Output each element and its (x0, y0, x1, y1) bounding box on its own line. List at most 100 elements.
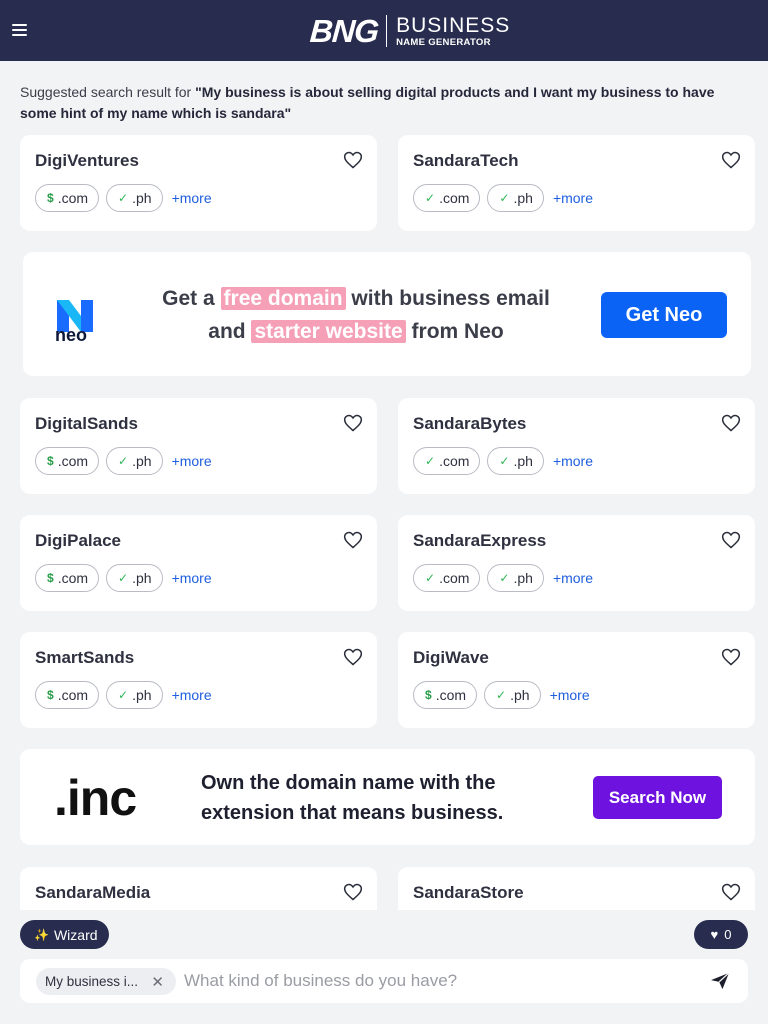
domain-chips: ✓ .com ✓ .ph +more (413, 564, 593, 592)
business-name: SandaraStore (413, 883, 524, 902)
more-link[interactable]: +more (550, 687, 590, 703)
inc-logo: .inc (54, 770, 137, 826)
domain-chip[interactable]: ✓ .com (413, 184, 481, 212)
domain-tld: .ph (132, 453, 152, 469)
query-pill[interactable]: My business i... ✕ (36, 968, 176, 995)
heart-outline-icon[interactable] (721, 530, 741, 550)
hamburger-menu-icon[interactable] (12, 24, 27, 36)
neo-ad-highlight-1: free domain (220, 287, 346, 310)
domain-chips: $ .com ✓ .ph +more (35, 564, 212, 592)
wizard-label: Wizard (53, 926, 98, 943)
domain-chips: $ .com ✓ .ph +more (413, 681, 590, 709)
more-link[interactable]: +more (172, 570, 212, 586)
domain-tld: .com (57, 570, 89, 586)
domain-chip[interactable]: ✓ .ph (106, 681, 163, 709)
check-icon: ✓ (118, 191, 129, 205)
heart-outline-icon[interactable] (721, 413, 741, 433)
check-icon: ✓ (425, 454, 436, 468)
heart-outline-icon[interactable] (721, 882, 741, 902)
domain-tld: .ph (510, 687, 530, 703)
business-search-input[interactable] (184, 967, 684, 995)
neo-ad-line2-b: from Neo (411, 320, 504, 343)
name-card[interactable]: SmartSands $ .com ✓ .ph +more (20, 632, 377, 728)
business-name: SandaraTech (413, 151, 519, 170)
check-icon: ✓ (425, 571, 436, 585)
wand-icon: ✨ (34, 927, 49, 942)
neo-ad-text: Get a free domain with business email an… (141, 282, 571, 348)
send-icon[interactable] (710, 972, 730, 990)
business-name: DigitalSands (35, 414, 138, 433)
inc-advertisement[interactable]: .inc Own the domain name with the extens… (20, 749, 755, 845)
business-name: DigiVentures (35, 151, 139, 170)
more-link[interactable]: +more (553, 190, 593, 206)
check-icon: ✓ (118, 454, 129, 468)
heart-outline-icon[interactable] (343, 150, 363, 170)
check-icon: ✓ (499, 454, 510, 468)
domain-chip[interactable]: $ .com (35, 447, 100, 475)
dollar-icon: $ (47, 454, 54, 468)
name-card[interactable]: SandaraBytes ✓ .com ✓ .ph +more (398, 398, 755, 494)
domain-tld: .ph (132, 570, 152, 586)
search-now-button[interactable]: Search Now (593, 776, 722, 819)
domain-chip[interactable]: $ .com (35, 681, 100, 709)
get-neo-button[interactable]: Get Neo (601, 292, 727, 338)
domain-chip[interactable]: ✓ .ph (484, 681, 541, 709)
inc-ad-text: Own the domain name with the extension t… (201, 768, 503, 828)
logo-line-2: NAME GENERATOR (396, 36, 491, 48)
business-name: SmartSands (35, 648, 135, 667)
domain-chip[interactable]: ✓ .ph (106, 184, 163, 212)
more-link[interactable]: +more (172, 687, 212, 703)
heart-outline-icon[interactable] (721, 647, 741, 667)
heart-outline-icon[interactable] (721, 150, 741, 170)
heart-outline-icon[interactable] (343, 413, 363, 433)
more-link[interactable]: +more (172, 453, 212, 469)
neo-ad-highlight-2: starter website (251, 320, 406, 343)
more-link[interactable]: +more (553, 570, 593, 586)
business-name: SandaraMedia (35, 883, 151, 902)
name-card[interactable]: DigiWave $ .com ✓ .ph +more (398, 632, 755, 728)
domain-chip[interactable]: $ .com (413, 681, 478, 709)
brand-logo[interactable]: BNG BUSINESS NAME GENERATOR (309, 13, 510, 49)
domain-chip[interactable]: ✓ .ph (106, 447, 163, 475)
domain-tld: .ph (132, 687, 152, 703)
domain-chips: $ .com ✓ .ph +more (35, 184, 212, 212)
more-link[interactable]: +more (172, 190, 212, 206)
name-card[interactable]: DigiVentures $ .com ✓ .ph +more (20, 135, 377, 231)
neo-ad-line2-a: and (208, 320, 246, 343)
name-card[interactable]: DigiPalace $ .com ✓ .ph +more (20, 515, 377, 611)
domain-chip[interactable]: ✓ .com (413, 447, 481, 475)
neo-advertisement[interactable]: neo Get a free domain with business emai… (23, 252, 751, 376)
dollar-icon: $ (47, 191, 54, 205)
favorites-button[interactable]: ♥ 0 (694, 920, 748, 949)
domain-chip[interactable]: ✓ .ph (487, 447, 544, 475)
check-icon: ✓ (118, 688, 129, 702)
domain-chips: ✓ .com ✓ .ph +more (413, 184, 593, 212)
name-card[interactable]: DigitalSands $ .com ✓ .ph +more (20, 398, 377, 494)
name-card[interactable]: SandaraTech ✓ .com ✓ .ph +more (398, 135, 755, 231)
domain-tld: .ph (132, 190, 152, 206)
heart-outline-icon[interactable] (343, 530, 363, 550)
domain-tld: .ph (513, 453, 533, 469)
heart-outline-icon[interactable] (343, 882, 363, 902)
domain-chip[interactable]: ✓ .ph (106, 564, 163, 592)
domain-chip[interactable]: ✓ .ph (487, 184, 544, 212)
heart-outline-icon[interactable] (343, 647, 363, 667)
wizard-button[interactable]: ✨ Wizard (20, 920, 109, 949)
heart-filled-icon: ♥ (710, 927, 719, 942)
logo-text: BUSINESS NAME GENERATOR (396, 15, 510, 48)
domain-chip[interactable]: ✓ .com (413, 564, 481, 592)
domain-chip[interactable]: $ .com (35, 564, 100, 592)
more-link[interactable]: +more (553, 453, 593, 469)
domain-tld: .ph (513, 190, 533, 206)
domain-chip[interactable]: ✓ .ph (487, 564, 544, 592)
dollar-icon: $ (47, 688, 54, 702)
domain-chips: $ .com ✓ .ph +more (35, 681, 212, 709)
name-card[interactable]: SandaraExpress ✓ .com ✓ .ph +more (398, 515, 755, 611)
inc-ad-line-2: extension that means business. (201, 802, 504, 824)
domain-tld: .ph (513, 570, 533, 586)
check-icon: ✓ (499, 191, 510, 205)
favorites-count: 0 (724, 927, 732, 942)
clear-close-icon[interactable]: ✕ (151, 973, 164, 991)
dollar-icon: $ (425, 688, 432, 702)
domain-chip[interactable]: $ .com (35, 184, 100, 212)
